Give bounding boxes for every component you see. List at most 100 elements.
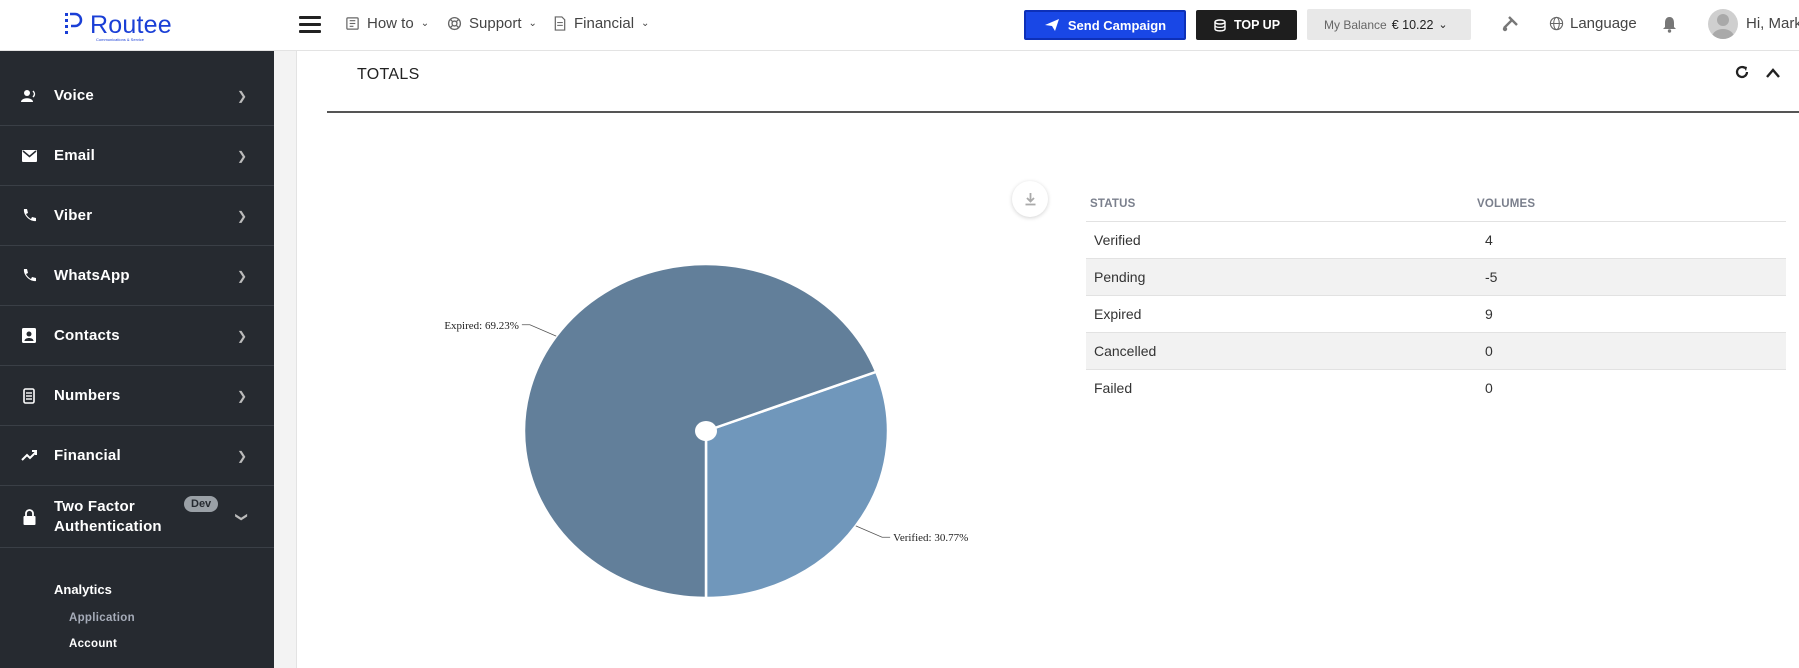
sidebar-item-label: Voice	[54, 87, 94, 104]
volume-cell: 0	[1485, 380, 1493, 396]
chevron-right-icon: ❯	[237, 208, 248, 223]
brand-name: Routee	[90, 10, 172, 39]
chevron-down-icon: ⌄	[528, 18, 537, 29]
send-campaign-label: Send Campaign	[1067, 17, 1167, 33]
submenu-account[interactable]: Account	[69, 638, 117, 650]
chevron-down-icon: ⌄	[641, 18, 650, 29]
volume-cell: -5	[1473, 258, 1786, 296]
page-title: TOTALS	[357, 66, 420, 83]
table-row: Expired 9	[1086, 295, 1786, 333]
sidebar: Voice ❯ Email ❯ Viber ❯ WhatsApp ❯ Conta…	[0, 51, 274, 668]
sidebar-item-numbers[interactable]: Numbers ❯	[0, 366, 274, 426]
collapse-icon[interactable]	[1765, 66, 1781, 84]
sidebar-item-viber[interactable]: Viber ❯	[0, 186, 274, 246]
status-pie-chart: Verified: 30.77% Expired: 69.23%	[444, 262, 968, 600]
status-cell: Cancelled	[1086, 332, 1473, 370]
status-cell: Verified	[1086, 221, 1473, 259]
sidebar-item-label: Two Factor Authentication	[54, 497, 162, 537]
pie-leader-line	[521, 324, 557, 337]
chevron-down-icon: ❯	[235, 511, 250, 522]
sidebar-item-label: Email	[54, 147, 96, 164]
sidebar-item-voice[interactable]: Voice ❯	[0, 66, 274, 126]
sidebar-item-label: WhatsApp	[54, 267, 130, 284]
nav-support-label: Support	[469, 15, 522, 32]
email-icon	[20, 147, 38, 165]
pie-center-dot	[695, 421, 717, 441]
panel-divider	[327, 111, 1799, 113]
chevron-right-icon: ❯	[237, 148, 248, 163]
volume-cell: 0	[1473, 332, 1786, 370]
sidebar-item-label: Numbers	[54, 387, 121, 404]
tfa-line-1: Two Factor	[54, 497, 135, 515]
refresh-icon[interactable]	[1734, 64, 1750, 85]
menu-toggle-icon[interactable]	[299, 16, 321, 34]
document-icon	[554, 16, 566, 31]
book-icon	[346, 17, 359, 30]
table-row: Cancelled 0	[1086, 332, 1786, 370]
volume-cell: 9	[1473, 295, 1786, 333]
pie-leader-line	[855, 525, 891, 538]
sidebar-item-label: Viber	[54, 207, 93, 224]
globe-icon	[1549, 16, 1564, 31]
coins-icon	[1214, 18, 1226, 32]
satellite-icon[interactable]	[1500, 14, 1520, 39]
tfa-line-2: Authentication	[54, 517, 162, 535]
submenu-analytics[interactable]: Analytics	[54, 582, 112, 597]
whatsapp-icon	[20, 267, 38, 285]
nav-financial-label: Financial	[574, 15, 635, 32]
chevron-right-icon: ❯	[237, 268, 248, 283]
viber-icon	[20, 207, 38, 225]
sidebar-item-label: Financial	[54, 447, 121, 464]
user-greeting[interactable]: Hi, Mark	[1746, 15, 1799, 32]
status-cell: Failed	[1094, 380, 1133, 396]
table-row: Pending -5	[1086, 258, 1786, 296]
column-header-status: STATUS	[1086, 187, 1473, 222]
table-row: Failed 0	[1086, 370, 1786, 407]
status-cell: Pending	[1086, 258, 1473, 296]
language-selector[interactable]: Language	[1549, 15, 1637, 32]
download-icon	[1025, 193, 1035, 206]
sidebar-item-financial[interactable]: Financial ❯	[0, 426, 274, 486]
balance-dropdown[interactable]: My Balance € 10.22 ⌄	[1307, 9, 1471, 40]
sidebar-item-whatsapp[interactable]: WhatsApp ❯	[0, 246, 274, 306]
lock-icon	[20, 508, 38, 526]
sidebar-item-two-factor-auth[interactable]: Two Factor Authentication Dev ❯	[0, 486, 274, 548]
top-bar: Routee Communications & Service How to ⌄…	[0, 0, 1799, 51]
chevron-down-icon: ⌄	[1438, 19, 1448, 31]
language-label: Language	[1570, 15, 1637, 32]
table-header-row: STATUS VOLUMES	[1086, 187, 1786, 222]
send-icon	[1044, 19, 1059, 31]
submenu-application[interactable]: Application	[69, 612, 135, 624]
status-cell: Expired	[1086, 295, 1473, 333]
sidebar-item-contacts[interactable]: Contacts ❯	[0, 306, 274, 366]
dev-badge: Dev	[184, 496, 219, 512]
nav-financial[interactable]: Financial ⌄	[553, 15, 649, 32]
chevron-right-icon: ❯	[237, 388, 248, 403]
nav-support[interactable]: Support ⌄	[447, 15, 537, 32]
sidebar-item-label: Contacts	[54, 327, 120, 344]
numbers-icon	[20, 387, 38, 405]
column-header-volumes: VOLUMES	[1473, 187, 1786, 222]
lifebuoy-icon	[447, 16, 462, 31]
balance-label: My Balance	[1324, 17, 1387, 32]
brand-logo[interactable]: Routee Communications & Service	[62, 8, 172, 42]
chevron-right-icon: ❯	[237, 88, 248, 103]
volume-cell: 4	[1473, 221, 1786, 259]
download-button[interactable]	[1012, 181, 1048, 217]
send-campaign-button[interactable]: Send Campaign	[1024, 10, 1186, 40]
content-gutter	[274, 51, 297, 668]
nav-how-to[interactable]: How to ⌄	[345, 15, 429, 32]
balance-value: € 10.22	[1391, 17, 1434, 32]
contacts-icon	[20, 327, 38, 345]
pie-data-label: Verified: 30.77%	[893, 532, 968, 544]
nav-how-to-label: How to	[367, 15, 414, 32]
sidebar-item-email[interactable]: Email ❯	[0, 126, 274, 186]
trending-up-icon	[20, 447, 38, 465]
top-up-button[interactable]: TOP UP	[1196, 10, 1297, 40]
status-table: STATUS VOLUMES Verified 4 Pending -5 Exp…	[1086, 187, 1786, 406]
chevron-right-icon: ❯	[237, 328, 248, 343]
avatar[interactable]	[1708, 9, 1738, 39]
top-up-label: TOP UP	[1233, 18, 1281, 32]
chevron-down-icon: ⌄	[420, 18, 430, 29]
bell-icon[interactable]	[1662, 16, 1677, 38]
